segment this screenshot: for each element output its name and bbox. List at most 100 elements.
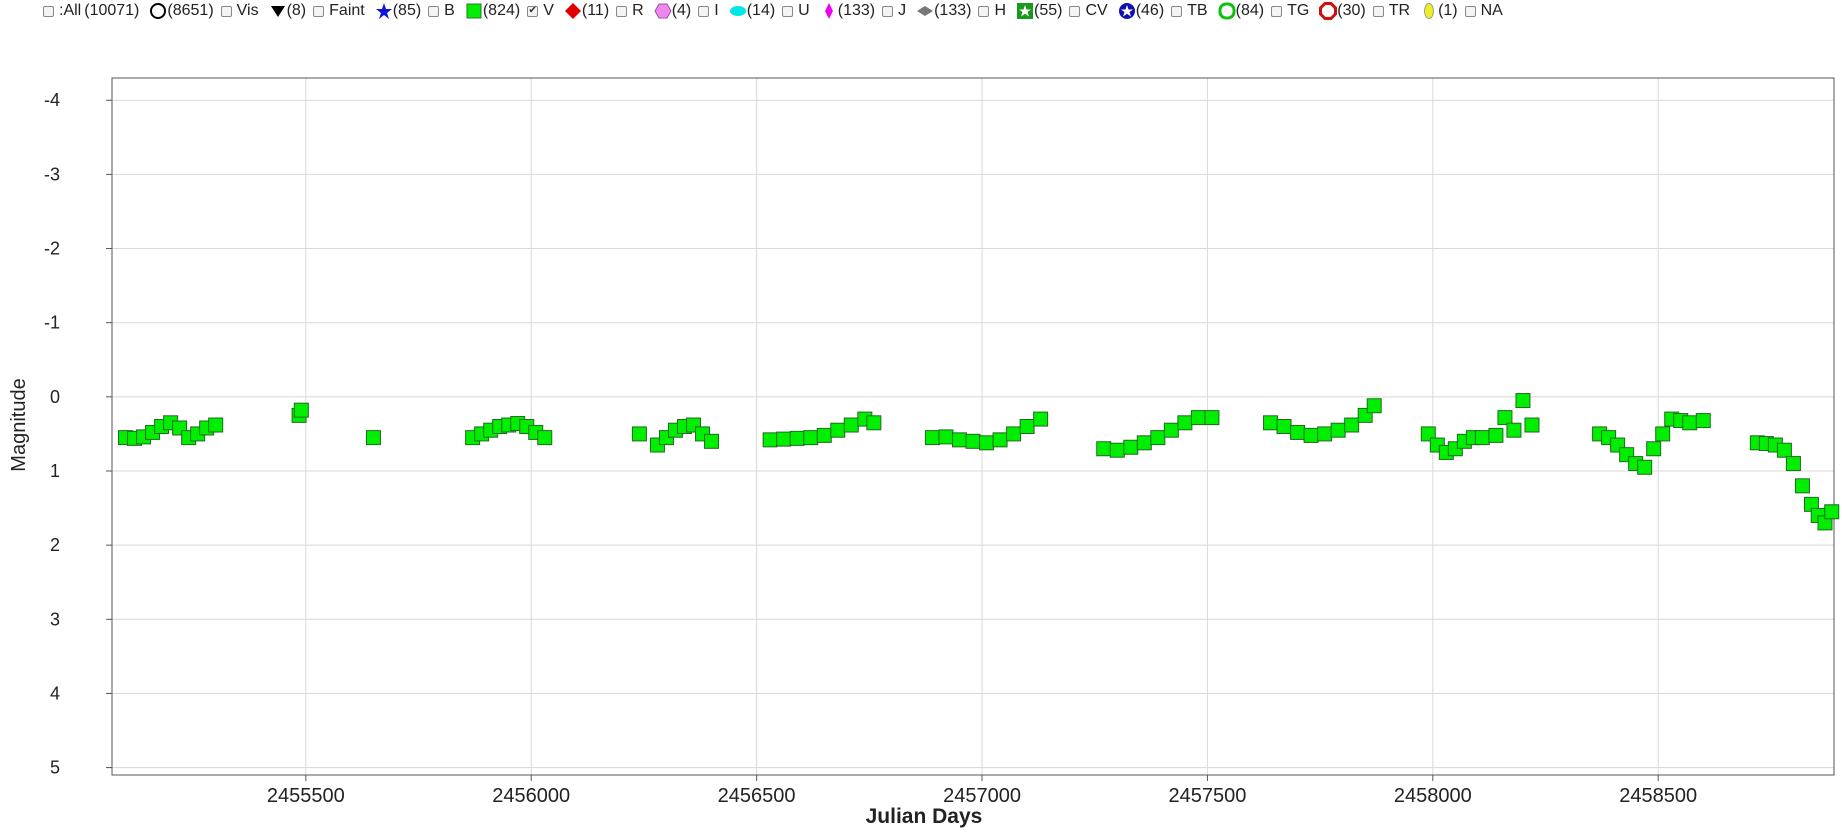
legend-item-b[interactable]: (85) B (375, 2, 455, 20)
legend-count-all: (10071) (84, 2, 140, 19)
y-tick-label: 4 (50, 683, 60, 703)
hexagon-icon (654, 3, 672, 19)
legend-item-tb[interactable]: (46) TB (1118, 2, 1208, 20)
data-point (1136, 435, 1152, 451)
data-point (1263, 415, 1279, 431)
legend-count-vis: (8651) (167, 2, 214, 19)
legend-label-tg: TG (1287, 2, 1310, 19)
legend-label-j: J (898, 2, 907, 19)
r-checkbox[interactable] (616, 5, 628, 17)
legend-count-faint: (8) (286, 2, 307, 19)
legend-label-u: U (798, 2, 810, 19)
data-point (1824, 504, 1840, 520)
data-points (118, 393, 1840, 531)
legend-item-tr[interactable]: (30) TR (1319, 2, 1410, 20)
v-checkbox[interactable]: ✔ (527, 5, 539, 17)
data-point (762, 432, 778, 448)
legend-item-v[interactable]: (824) ✔ V (465, 2, 554, 20)
open-circle-icon (150, 3, 167, 19)
legend-item-cv[interactable]: (55) CV (1016, 2, 1108, 20)
all-checkbox[interactable] (43, 5, 54, 17)
thin-diamond-icon (824, 3, 833, 19)
data-point (1276, 419, 1292, 434)
legend-label-r: R (632, 2, 644, 19)
legend-label-b: B (444, 2, 455, 19)
data-point (1794, 478, 1810, 494)
data-point (1366, 398, 1382, 414)
vis-checkbox[interactable] (220, 5, 232, 17)
y-axis-label: Magnitude (8, 378, 30, 471)
legend-count-na: (1) (1438, 2, 1458, 19)
i-checkbox[interactable] (698, 5, 710, 17)
y-tick-label: 2 (50, 535, 60, 555)
data-point (1177, 415, 1193, 431)
y-tick-label: -1 (44, 313, 60, 333)
y-tick-label: -2 (44, 239, 60, 259)
data-point (789, 430, 805, 446)
data-point (803, 430, 819, 446)
data-point (992, 432, 1008, 448)
legend-item-j[interactable]: (133) J (820, 2, 906, 20)
b-checkbox[interactable] (428, 5, 440, 17)
legend-item-faint[interactable]: (8) Faint (269, 2, 365, 20)
legend-item-r[interactable]: (11) R (564, 2, 644, 20)
data-point (1006, 426, 1022, 442)
legend-count-r: (11) (581, 2, 610, 19)
legend-label-i: I (714, 2, 719, 19)
legend-label-h: H (994, 2, 1007, 19)
legend-item-tg[interactable]: (84) TG (1218, 2, 1310, 20)
data-point (1655, 426, 1671, 442)
yellow-ellipse-icon (1424, 3, 1435, 19)
tg-checkbox[interactable] (1271, 5, 1283, 17)
down-triangle-icon (270, 6, 285, 17)
y-tick-label: -3 (44, 164, 60, 184)
tb-checkbox[interactable] (1171, 5, 1183, 17)
plot-frame (111, 77, 1835, 776)
x-tick-label: 2456000 (492, 785, 570, 807)
x-axis-label: Julian Days (866, 805, 983, 828)
legend-label-tr: TR (1388, 2, 1411, 19)
data-point (1515, 393, 1531, 409)
legend-item-na[interactable]: (1) NA (1420, 2, 1503, 20)
data-point (843, 417, 859, 433)
data-point (1290, 424, 1306, 440)
faint-checkbox[interactable] (313, 5, 325, 17)
u-checkbox[interactable] (782, 5, 794, 17)
legend-item-vis[interactable]: (8651) Vis (149, 2, 259, 20)
data-point (293, 402, 309, 418)
data-point (365, 430, 381, 446)
x-tick-label: 2457000 (943, 785, 1021, 807)
data-point (1123, 439, 1139, 455)
data-point (1204, 410, 1220, 426)
light-curve-chart: -4 -3 -2 -1 0 1 2 3 4 5 2455500 2456000 2456500 2457… (8, 77, 1840, 828)
legend-count-tb: (46) (1135, 2, 1165, 19)
cv-checkbox[interactable] (1069, 5, 1081, 17)
legend-count-u: (14) (746, 2, 776, 19)
data-point (816, 427, 832, 443)
data-point (1150, 430, 1166, 446)
data-point (979, 435, 995, 451)
data-point (1303, 427, 1319, 443)
data-point (1506, 422, 1522, 438)
data-point (1190, 410, 1206, 426)
h-checkbox[interactable] (978, 5, 990, 17)
na-checkbox[interactable] (1464, 5, 1476, 17)
legend-label-v: V (543, 2, 554, 19)
legend-item-u[interactable]: (14) U (729, 2, 810, 20)
j-checkbox[interactable] (882, 5, 894, 17)
tr-checkbox[interactable] (1372, 5, 1384, 17)
y-tick-label: 0 (50, 387, 60, 407)
legend-label-vis: Vis (236, 2, 259, 19)
legend-item-h[interactable]: (133) H (916, 2, 1006, 20)
data-point (1330, 422, 1346, 438)
diamond-icon (564, 3, 581, 19)
data-point (1163, 422, 1179, 438)
data-point (1033, 411, 1049, 427)
data-point (1682, 415, 1698, 431)
legend-item-i[interactable]: (4) I (654, 2, 719, 20)
data-point (830, 422, 846, 438)
legend-item-all[interactable]: :All (10071) (40, 2, 139, 20)
x-tick-label: 2458000 (1394, 785, 1472, 807)
legend-count-j: (133) (837, 2, 876, 19)
data-point (1488, 427, 1504, 443)
